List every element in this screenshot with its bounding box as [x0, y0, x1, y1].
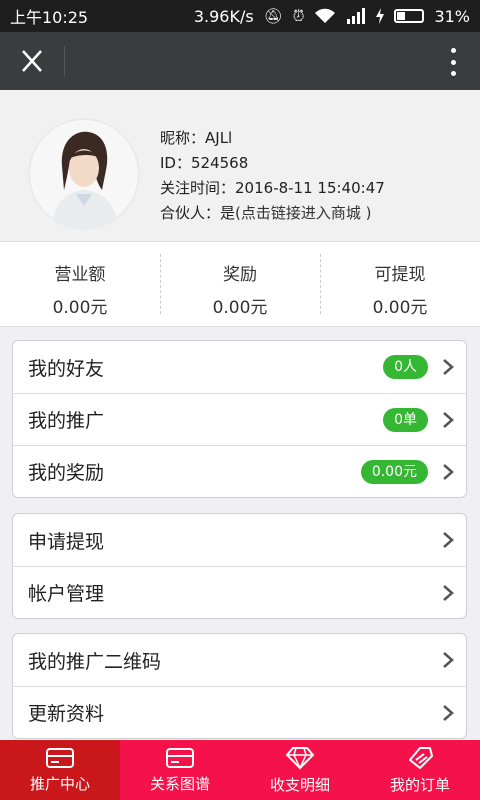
app-bar: [0, 32, 480, 90]
menu-item-label: 我的奖励: [28, 462, 105, 484]
chevron-right-icon: [443, 411, 454, 428]
count-badge: 0单: [383, 407, 428, 432]
menu-item-account-management[interactable]: 帐户管理: [13, 566, 466, 618]
nav-tab-relationship[interactable]: 关系图谱: [120, 740, 240, 800]
count-badge: 0人: [383, 355, 428, 379]
network-speed: 3.96K/s: [193, 6, 254, 26]
menu-item-update-profile[interactable]: 更新资料: [13, 686, 466, 738]
profile-section: 昵称：AJLl ID：524568 关注时间：2016-8-11 15:40:4…: [0, 90, 480, 240]
partner-label: 合伙人：: [160, 204, 221, 222]
stat-reward: 奖励 0.00元: [160, 242, 320, 326]
chevron-right-icon: [443, 652, 454, 668]
nickname-label: 昵称：: [160, 129, 206, 147]
nav-label: 关系图谱: [149, 774, 210, 793]
menu-item-rewards[interactable]: 我的奖励 0.00元: [13, 445, 466, 497]
nav-label: 收支明细: [269, 775, 330, 794]
menu-item-label: 申请提现: [28, 530, 105, 553]
stat-label: 奖励: [223, 265, 257, 285]
id-value: 524568: [190, 154, 249, 172]
menu-item-promotion[interactable]: 我的推广 0单: [13, 393, 466, 445]
chevron-right-icon: [443, 584, 454, 601]
menu-item-label: 我的推广二维码: [28, 650, 162, 673]
follow-time-value: 2016-8-11 15:40:47: [235, 179, 385, 197]
stat-revenue: 营业额 0.00元: [0, 242, 160, 326]
signal-icon: [347, 8, 366, 24]
appbar-divider: [64, 46, 65, 76]
follow-time-row: 关注时间：2016-8-11 15:40:47: [160, 176, 385, 201]
stat-label: 营业额: [54, 265, 106, 285]
stat-withdrawable: 可提现 0.00元: [320, 242, 480, 326]
close-icon[interactable]: [14, 46, 50, 76]
wifi-icon: [315, 8, 336, 23]
follow-time-label: 关注时间：: [160, 179, 236, 197]
menu-item-qrcode[interactable]: 我的推广二维码: [13, 634, 466, 686]
nav-tab-promotion-center[interactable]: 推广中心: [0, 740, 120, 800]
charging-icon: [376, 8, 385, 24]
partner-value: 是: [220, 204, 236, 222]
card-icon: [166, 747, 194, 768]
menu-item-label: 更新资料: [28, 703, 105, 725]
profile-info: 昵称：AJLl ID：524568 关注时间：2016-8-11 15:40:4…: [160, 126, 385, 226]
card-icon: [46, 747, 74, 768]
chevron-right-icon: [443, 359, 454, 375]
bottom-nav: 推广中心 关系图谱 收支明细 我的订单: [0, 740, 480, 800]
more-icon[interactable]: [448, 48, 458, 76]
alarm-icon: ⏰︎: [292, 7, 305, 25]
stat-value: 0.00元: [372, 298, 428, 318]
id-label: ID：: [160, 154, 191, 172]
battery-percent: 31%: [434, 6, 470, 26]
stat-value: 0.00元: [212, 298, 268, 318]
status-bar: 上午10:25 3.96K/s 🔕︎ ⏰︎ 31%: [0, 0, 480, 32]
menu-item-withdraw[interactable]: 申请提现: [13, 514, 466, 566]
partner-row: 合伙人：是(点击链接进入商城 ): [160, 201, 385, 226]
nav-tab-transactions[interactable]: 收支明细: [240, 740, 360, 800]
nav-label: 推广中心: [29, 774, 90, 793]
chevron-right-icon: [443, 532, 454, 548]
menu-item-label: 帐户管理: [28, 583, 105, 605]
amount-badge: 0.00元: [360, 459, 428, 484]
mall-link[interactable]: (点击链接进入商城 ): [235, 204, 371, 222]
chevron-right-icon: [443, 704, 454, 721]
nickname-row: 昵称：AJLl: [160, 126, 385, 151]
menu-group-account: 申请提现 帐户管理: [12, 513, 467, 619]
diamond-icon: [285, 746, 315, 770]
id-row: ID：524568: [160, 151, 385, 176]
nickname-value: AJLl: [205, 129, 233, 147]
stat-label: 可提现: [374, 265, 426, 285]
stat-value: 0.00元: [52, 298, 108, 318]
nav-tab-orders[interactable]: 我的订单: [360, 740, 480, 800]
tag-icon: [409, 746, 433, 769]
status-time: 上午10:25: [10, 8, 89, 27]
menu-group-promotion: 我的好友 0人 我的推广 0单 我的奖励 0.00元: [12, 340, 467, 498]
chevron-right-icon: [443, 463, 454, 480]
menu-item-friends[interactable]: 我的好友 0人: [13, 341, 466, 393]
menu-item-label: 我的推广: [28, 410, 105, 432]
menu-group-profile: 我的推广二维码 更新资料: [12, 633, 467, 739]
avatar: [30, 120, 138, 228]
menu-item-label: 我的好友: [28, 357, 105, 380]
stats-bar: 营业额 0.00元 奖励 0.00元 可提现 0.00元: [0, 241, 480, 327]
nav-label: 我的订单: [389, 775, 450, 794]
mute-icon: 🔕︎: [263, 7, 283, 25]
battery-icon: [394, 9, 425, 23]
